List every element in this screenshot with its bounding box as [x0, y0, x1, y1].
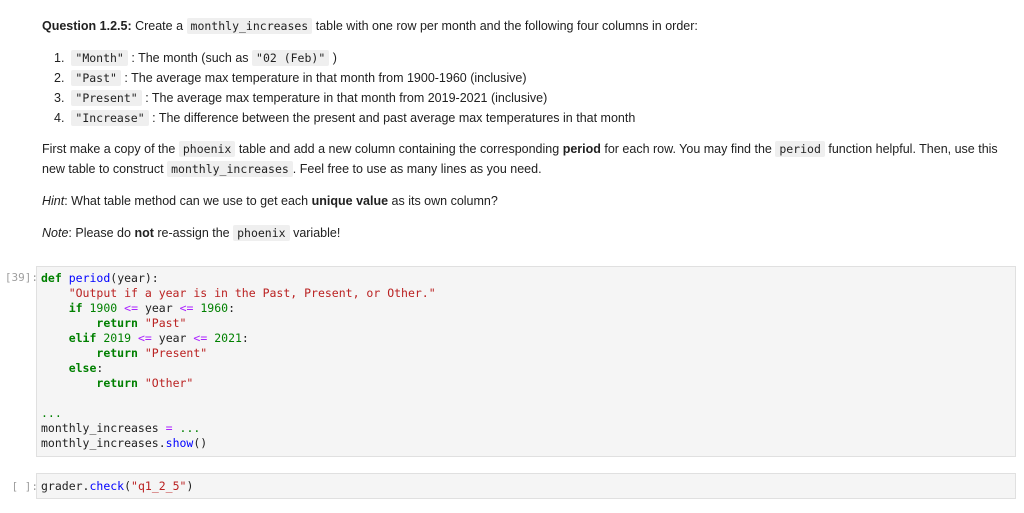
- code-cell-input[interactable]: def period(year): "Output if a year is i…: [36, 266, 1016, 457]
- note-text: : Please do: [68, 226, 131, 240]
- cell-prompt: [39]:: [4, 271, 38, 284]
- list-item: 2. "Past" : The average max temperature …: [54, 68, 635, 88]
- code-token: 2019: [103, 331, 132, 345]
- code-token: 2021: [214, 331, 242, 345]
- code-token: def: [41, 271, 62, 285]
- code-token: else: [68, 361, 97, 375]
- code-token: (): [193, 436, 208, 450]
- para-text: First make a copy of the: [42, 142, 176, 156]
- inline-code-period: period: [775, 141, 825, 157]
- list-number: 1.: [54, 51, 65, 65]
- list-number: 3.: [54, 91, 65, 105]
- code-editor[interactable]: grader.check("q1_2_5"): [37, 474, 1015, 494]
- code-token: show: [165, 436, 194, 450]
- code-token: 1960: [200, 301, 229, 315]
- column-name: "Present": [71, 90, 142, 106]
- question-label: Question 1.2.5:: [42, 19, 132, 33]
- code-token: ...: [41, 406, 62, 420]
- hint-label: Hint: [42, 194, 65, 208]
- column-name: "Increase": [71, 110, 149, 126]
- code-token: <=: [124, 301, 138, 315]
- code-token: =: [165, 421, 173, 435]
- column-desc: : The difference between the present and…: [152, 111, 636, 125]
- inline-code-monthly-increases: monthly_increases: [186, 18, 313, 34]
- code-token: if: [68, 301, 83, 315]
- code-token: (: [124, 479, 132, 493]
- code-token: year: [144, 301, 173, 315]
- column-desc: : The month (such as: [131, 51, 249, 65]
- code-token: 1900: [89, 301, 118, 315]
- code-cell-input[interactable]: grader.check("q1_2_5"): [36, 473, 1016, 499]
- instructions-paragraph: First make a copy of the phoenix table a…: [42, 139, 1002, 179]
- para-text: . Feel free to use as many lines as you …: [292, 162, 542, 176]
- inline-code-phoenix: phoenix: [178, 141, 236, 157]
- column-name: "Month": [71, 50, 128, 66]
- note-text: re-assign the: [157, 226, 230, 240]
- column-example: "02 (Feb)": [252, 50, 330, 66]
- cell-prompt: [ ]:: [11, 480, 39, 493]
- code-token: "Past": [144, 316, 187, 330]
- list-number: 4.: [54, 111, 65, 125]
- code-token: check: [89, 479, 125, 493]
- inline-code-phoenix: phoenix: [233, 225, 290, 241]
- note-line: Note: Please do not re-assign the phoeni…: [42, 223, 340, 243]
- inline-code-monthly-increases: monthly_increases: [167, 161, 293, 177]
- list-number: 2.: [54, 71, 65, 85]
- column-desc-end: ): [332, 51, 337, 65]
- column-desc: : The average max temperature in that mo…: [145, 91, 548, 105]
- question-line: Question 1.2.5: Create a monthly_increas…: [42, 16, 698, 36]
- code-token: grader: [41, 479, 83, 493]
- hint-line: Hint: What table method can we use to ge…: [42, 191, 498, 211]
- code-token: :: [228, 301, 236, 315]
- code-token: "Present": [144, 346, 208, 360]
- para-text: table and add a new column containing th…: [238, 142, 560, 156]
- code-token: :: [241, 331, 249, 345]
- code-token: ...: [179, 421, 201, 435]
- code-token: year: [158, 331, 187, 345]
- column-list: 1. "Month" : The month (such as "02 (Feb…: [54, 48, 635, 128]
- code-token: monthly_increases: [41, 421, 159, 435]
- question-text-rest: table with one row per month and the fol…: [315, 19, 698, 33]
- code-token: elif: [68, 331, 97, 345]
- list-item: 3. "Present" : The average max temperatu…: [54, 88, 635, 108]
- list-item: 1. "Month" : The month (such as "02 (Feb…: [54, 48, 635, 68]
- column-name: "Past": [71, 70, 121, 86]
- code-token: <=: [137, 331, 152, 345]
- code-token: "Other": [144, 376, 194, 390]
- code-token: <=: [193, 331, 208, 345]
- note-label: Note: [42, 226, 69, 240]
- hint-bold: unique value: [311, 194, 389, 208]
- note-bold: not: [134, 226, 154, 240]
- code-token: ): [186, 479, 194, 493]
- code-token: <=: [179, 301, 194, 315]
- hint-text: as its own column?: [391, 194, 498, 208]
- bold-period: period: [562, 142, 601, 156]
- column-desc: : The average max temperature in that mo…: [124, 71, 527, 85]
- code-token: "Output if a year is in the Past, Presen…: [68, 286, 436, 300]
- code-editor[interactable]: def period(year): "Output if a year is i…: [37, 267, 1015, 451]
- code-token: (year):: [110, 271, 159, 285]
- code-token: "q1_2_5": [131, 479, 187, 493]
- hint-text: : What table method can we use to get ea…: [64, 194, 309, 208]
- code-token: return: [96, 376, 138, 390]
- code-token: .: [158, 436, 166, 450]
- code-token: return: [96, 346, 138, 360]
- code-token: period: [68, 271, 111, 285]
- code-token: :: [96, 361, 104, 375]
- note-text: variable!: [293, 226, 341, 240]
- list-item: 4. "Increase" : The difference between t…: [54, 108, 635, 128]
- para-text: for each row. You may find the: [604, 142, 772, 156]
- code-token: monthly_increases: [41, 436, 159, 450]
- code-token: return: [96, 316, 138, 330]
- question-text: Create a: [135, 19, 184, 33]
